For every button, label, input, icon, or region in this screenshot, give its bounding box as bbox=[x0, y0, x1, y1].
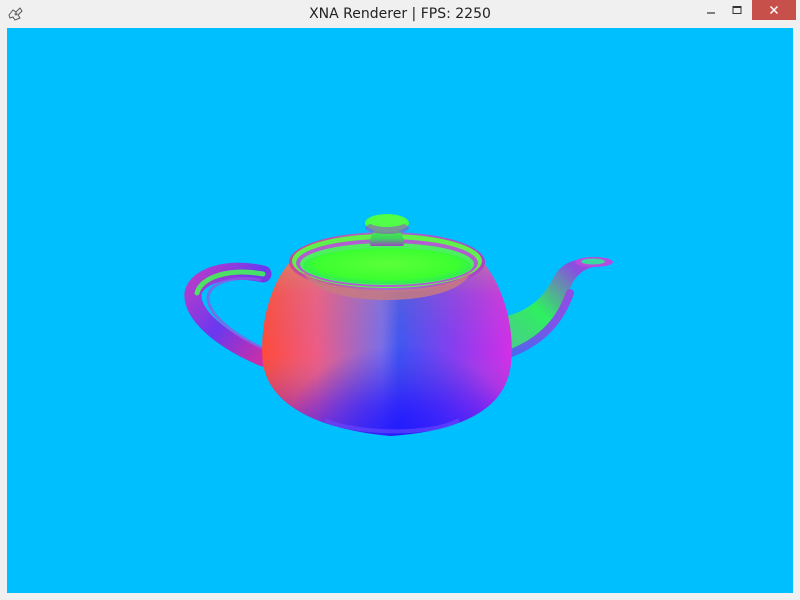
window-title: XNA Renderer | FPS: 2250 bbox=[309, 6, 491, 22]
minimize-button[interactable] bbox=[697, 0, 724, 20]
app-window: XNA Renderer | FPS: 2250 bbox=[0, 0, 800, 600]
teapot-render bbox=[184, 214, 613, 436]
minimize-icon bbox=[706, 12, 715, 14]
close-button[interactable] bbox=[752, 0, 796, 20]
title-bar[interactable]: XNA Renderer | FPS: 2250 bbox=[0, 0, 800, 28]
close-icon bbox=[769, 5, 779, 15]
render-viewport[interactable] bbox=[7, 28, 793, 593]
maximize-button[interactable] bbox=[724, 0, 749, 20]
maximize-icon bbox=[732, 6, 741, 14]
